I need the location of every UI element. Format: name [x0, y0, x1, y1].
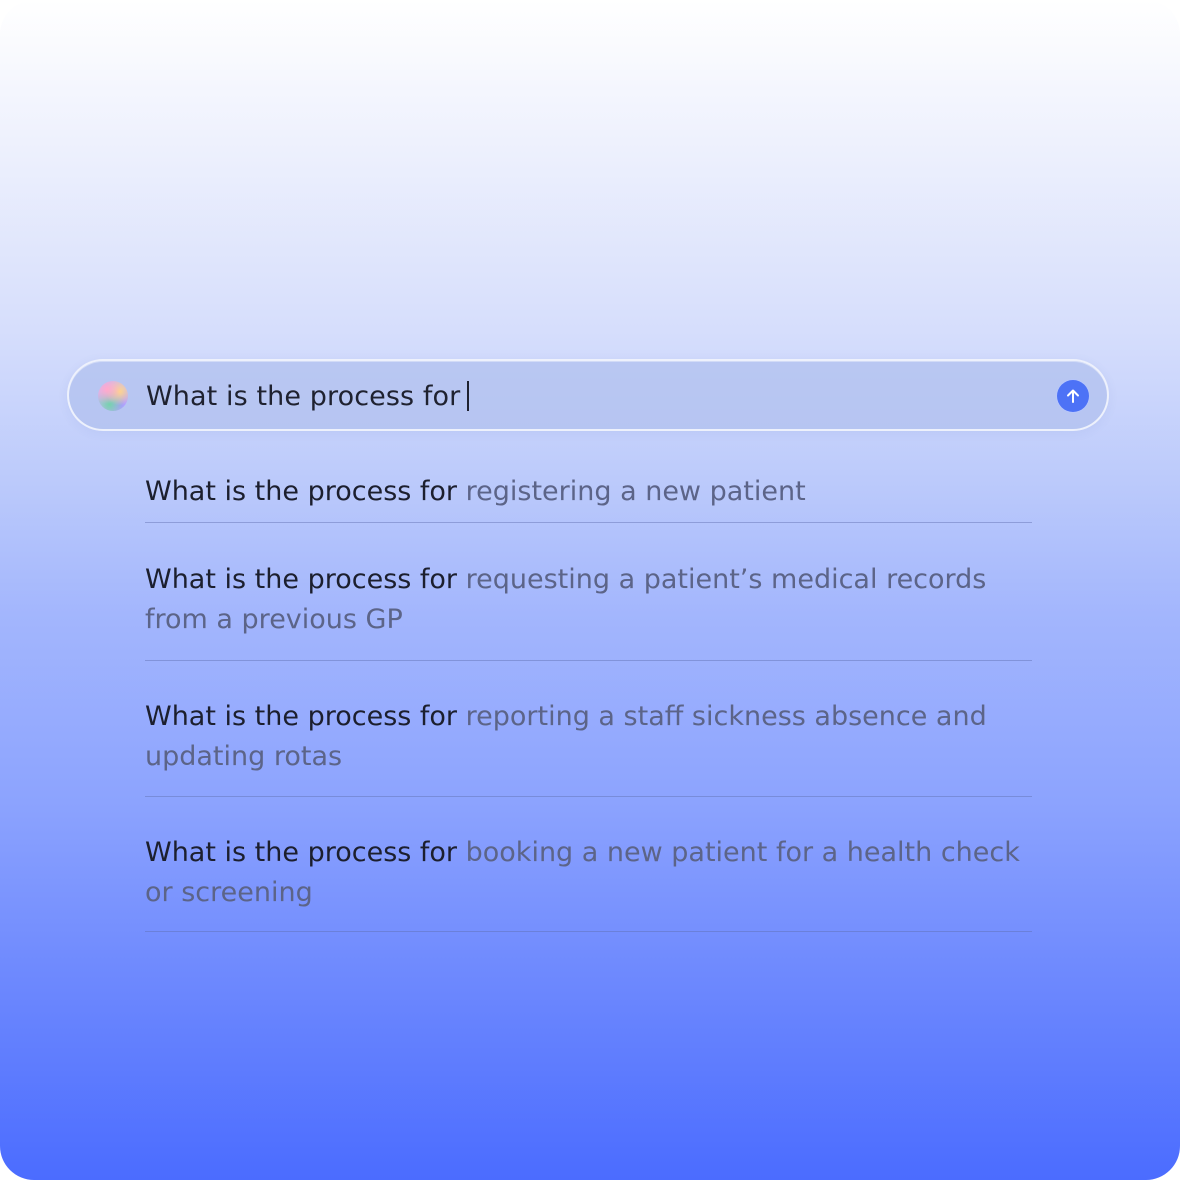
suggestion-item[interactable]: What is the process for requesting a pat…	[145, 523, 1032, 661]
search-query-text: What is the process for	[146, 380, 461, 412]
suggestion-item[interactable]: What is the process for booking a new pa…	[145, 797, 1032, 932]
suggestion-prefix: What is the process for	[145, 476, 458, 507]
suggestion-prefix: What is the process for	[145, 564, 458, 595]
search-input[interactable]: What is the process for	[146, 378, 470, 414]
suggestion-prefix: What is the process for	[145, 701, 458, 732]
suggestion-completion: registering a new patient	[465, 476, 806, 507]
search-bar[interactable]: What is the process for	[67, 359, 1109, 431]
suggestion-prefix: What is the process for	[145, 837, 458, 868]
suggestion-item[interactable]: What is the process for registering a ne…	[145, 462, 1032, 523]
page-background: What is the process for What is the proc…	[0, 0, 1180, 1180]
text-cursor	[467, 381, 470, 411]
suggestion-list: What is the process for registering a ne…	[145, 462, 1032, 932]
assistant-orb-icon	[98, 381, 128, 411]
arrow-up-icon	[1067, 389, 1079, 403]
send-button[interactable]	[1056, 379, 1090, 413]
suggestion-item[interactable]: What is the process for reporting a staf…	[145, 661, 1032, 797]
